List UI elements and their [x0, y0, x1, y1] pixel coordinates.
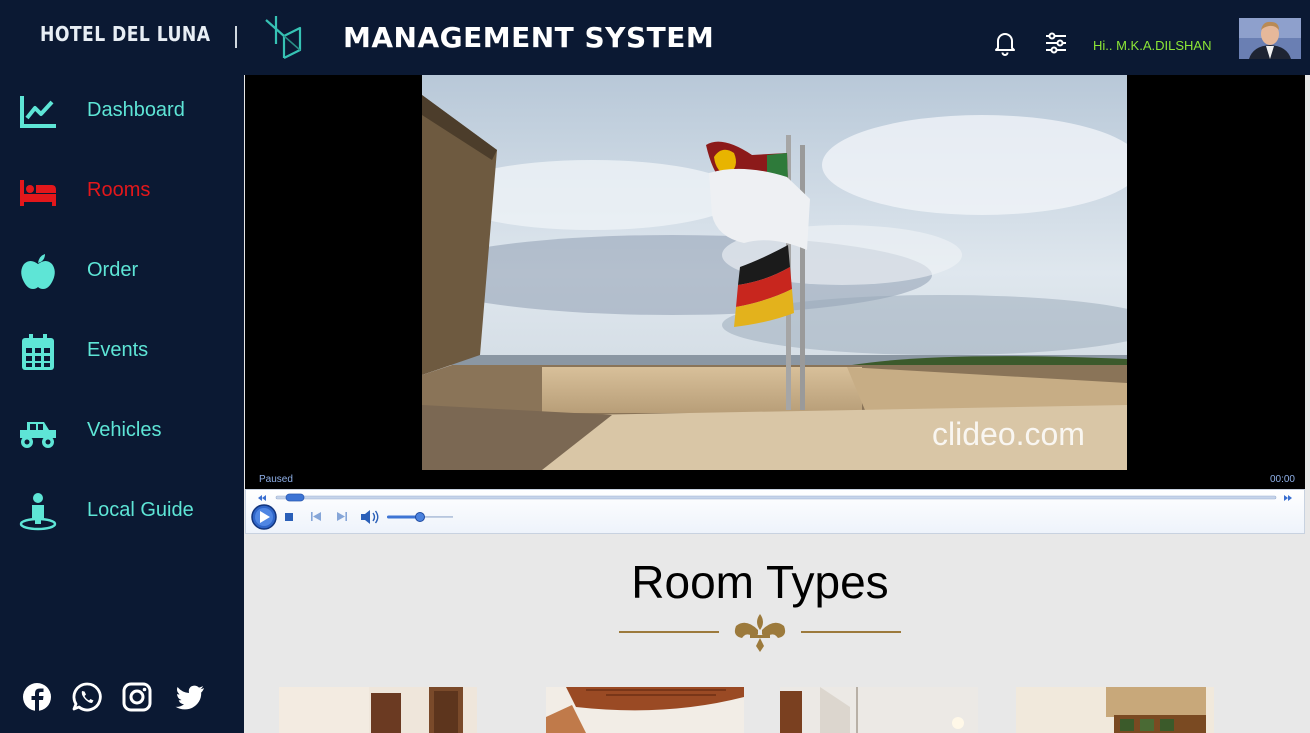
guide-pin-icon: [19, 493, 57, 531]
sidebar-item-order[interactable]: Order: [0, 242, 244, 302]
calendar-icon: [22, 334, 54, 370]
whatsapp-icon[interactable]: [71, 681, 103, 713]
seek-bar[interactable]: [275, 493, 1277, 502]
sidebar-item-vehicles[interactable]: Vehicles: [0, 402, 244, 462]
volume-slider[interactable]: [387, 512, 453, 522]
play-button[interactable]: [251, 504, 277, 530]
brand-name: HOTEL DEL LUNA: [40, 22, 211, 46]
player-status: Paused: [259, 474, 293, 485]
previous-icon[interactable]: [311, 512, 321, 521]
sidebar-item-label: Rooms: [87, 179, 151, 201]
sidebar-item-label: Dashboard: [87, 99, 185, 121]
room-thumbnail[interactable]: [1016, 687, 1214, 733]
video-frame[interactable]: clideo.com: [422, 75, 1127, 470]
seek-back-icon[interactable]: [258, 495, 266, 501]
sidebar-item-local-guide[interactable]: Local Guide: [0, 482, 244, 542]
video-player[interactable]: clideo.com Paused 00:00: [245, 75, 1305, 534]
chart-line-icon: [20, 96, 56, 128]
bed-icon: [20, 180, 56, 206]
sidebar-item-label: Local Guide: [87, 499, 194, 521]
player-controls: [245, 489, 1305, 534]
room-thumbnail[interactable]: [546, 687, 744, 733]
stop-icon[interactable]: [285, 513, 293, 521]
sidebar-item-label: Order: [87, 259, 139, 281]
player-time: 00:00: [1269, 474, 1295, 485]
instagram-icon[interactable]: [121, 681, 153, 713]
sidebar-item-rooms[interactable]: Rooms: [0, 162, 244, 222]
twitter-icon[interactable]: [174, 681, 206, 713]
header-divider: [235, 26, 237, 48]
truck-icon: [20, 422, 56, 448]
bell-icon[interactable]: [993, 30, 1017, 56]
avatar[interactable]: [1239, 18, 1301, 59]
logo-icon: [265, 16, 302, 59]
sidebar-item-dashboard[interactable]: Dashboard: [0, 82, 244, 142]
top-bar: HOTEL DEL LUNA MANAGEMENT SYSTEM Hi.. M.…: [0, 0, 1310, 75]
sliders-icon[interactable]: [1044, 30, 1068, 56]
system-title: MANAGEMENT SYSTEM: [343, 21, 715, 54]
next-icon[interactable]: [337, 512, 347, 521]
volume-icon[interactable]: [361, 510, 379, 524]
sidebar-item-label: Vehicles: [87, 419, 162, 441]
sidebar-item-label: Events: [87, 339, 149, 361]
fleur-divider-icon: [619, 614, 901, 652]
section-title: Room Types: [631, 556, 889, 608]
room-thumbnail[interactable]: [780, 687, 978, 733]
facebook-icon[interactable]: [21, 681, 53, 713]
video-watermark: clideo.com: [932, 416, 1085, 452]
user-greeting: Hi.. M.K.A.DILSHAN: [1093, 38, 1212, 53]
room-thumbnail[interactable]: [279, 687, 477, 733]
seek-forward-icon[interactable]: [1284, 495, 1292, 501]
sidebar: Dashboard Rooms Order Events Vehicles Lo…: [0, 75, 244, 733]
sidebar-item-events[interactable]: Events: [0, 322, 244, 382]
apple-icon: [21, 254, 55, 289]
